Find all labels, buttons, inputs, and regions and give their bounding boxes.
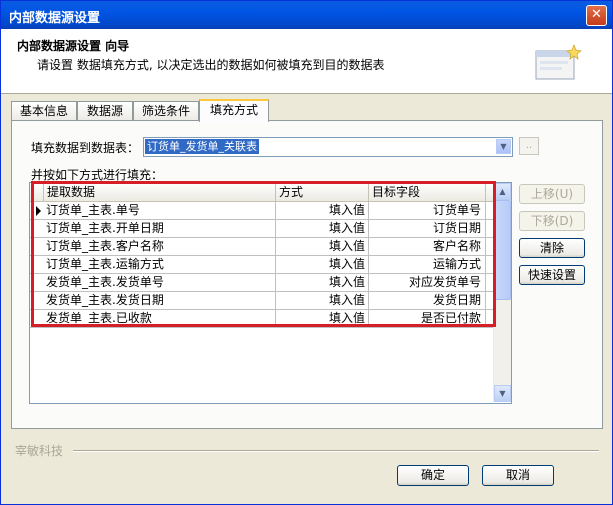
dialog-window: 内部数据源设置 ✕ 内部数据源设置 向导 请设置 数据填充方式, 以决定选出的数…	[0, 0, 613, 505]
table-row[interactable]: 订货单_主表.运输方式 填入值 运输方式	[30, 256, 493, 274]
scroll-up-icon[interactable]: ▲	[494, 183, 511, 200]
cell-source[interactable]: 订货单_主表.单号	[44, 202, 276, 219]
cell-source[interactable]: 发货单_主表.发货日期	[44, 292, 276, 309]
tab-label: 数据源	[86, 104, 123, 118]
wizard-title: 内部数据源设置 向导	[17, 39, 130, 53]
cell-target[interactable]: 订货单号	[369, 202, 486, 219]
fill-method-label: 并按如下方式进行填充：	[31, 168, 164, 182]
table-row[interactable]: 发货单_主表.已收款 填入值 是否已付款	[30, 310, 493, 328]
cell-target[interactable]: 运输方式	[369, 256, 486, 273]
tab-label: 基本信息	[19, 104, 68, 118]
cancel-button[interactable]: 取消	[482, 465, 554, 486]
cell-source[interactable]: 发货单_主表.已收款	[44, 310, 276, 327]
quick-setup-button[interactable]: 快速设置	[519, 265, 585, 285]
browse-button[interactable]: ..	[519, 137, 539, 155]
table-row[interactable]: 订货单_主表.客户名称 填入值 客户名称	[30, 238, 493, 256]
cell-mode[interactable]: 填入值	[276, 238, 369, 255]
grid-scrollbar[interactable]: ▲ ▼	[493, 183, 511, 402]
cell-mode[interactable]: 填入值	[276, 310, 369, 327]
cell-target[interactable]: 对应发货单号	[369, 274, 486, 291]
ok-button[interactable]: 确定	[397, 465, 469, 486]
cell-source[interactable]: 订货单_主表.客户名称	[44, 238, 276, 255]
scroll-thumb[interactable]	[494, 200, 511, 300]
current-row-icon	[36, 206, 41, 216]
cell-source[interactable]: 发货单_主表.发货单号	[44, 274, 276, 291]
cell-target[interactable]: 发货日期	[369, 292, 486, 309]
table-row[interactable]: 订货单_主表.单号 填入值 订货单号	[30, 202, 493, 220]
tab-label: 筛选条件	[141, 104, 190, 118]
close-icon: ✕	[591, 7, 602, 22]
column-header-target[interactable]: 目标字段	[369, 183, 486, 201]
clear-button[interactable]: 清除	[519, 238, 585, 258]
table-row[interactable]: 发货单_主表.发货单号 填入值 对应发货单号	[30, 274, 493, 292]
cell-source[interactable]: 订货单_主表.开单日期	[44, 220, 276, 237]
tab-fill-method[interactable]: 填充方式	[199, 99, 269, 122]
cell-mode[interactable]: 填入值	[276, 202, 369, 219]
brand-label: 宰敏科技	[15, 444, 64, 458]
chevron-down-icon[interactable]: ▼	[496, 139, 511, 154]
fill-table-select[interactable]: 订货单_发货单_关联表 ▼	[143, 137, 513, 157]
fill-table-value: 订货单_发货单_关联表	[145, 139, 259, 154]
wizard-window-icon	[535, 44, 582, 80]
cell-target[interactable]: 是否已付款	[369, 310, 486, 327]
cell-source[interactable]: 订货单_主表.运输方式	[44, 256, 276, 273]
grid-header: 提取数据 方式 目标字段	[30, 183, 493, 202]
tab-basic-info[interactable]: 基本信息	[11, 101, 77, 120]
cell-mode[interactable]: 填入值	[276, 256, 369, 273]
tab-filter[interactable]: 筛选条件	[133, 101, 199, 120]
table-row[interactable]: 发货单_主表.发货日期 填入值 发货日期	[30, 292, 493, 310]
move-down-button[interactable]: 下移(D)	[519, 211, 585, 231]
wizard-description: 请设置 数据填充方式, 以决定选出的数据如何被填充到目的数据表	[37, 58, 385, 72]
tab-label: 填充方式	[209, 103, 258, 117]
move-up-button[interactable]: 上移(U)	[519, 184, 585, 204]
scroll-down-icon[interactable]: ▼	[494, 385, 511, 402]
mapping-grid[interactable]: 提取数据 方式 目标字段 订货单_主表.单号 填入值 订货单号 订货单_主表.开…	[29, 182, 512, 404]
row-indicator-header	[30, 183, 44, 201]
table-row[interactable]: 订货单_主表.开单日期 填入值 订货日期	[30, 220, 493, 238]
tab-data-source[interactable]: 数据源	[77, 101, 133, 120]
wizard-header: 内部数据源设置 向导 请设置 数据填充方式, 以决定选出的数据如何被填充到目的数…	[1, 29, 612, 94]
title-bar: 内部数据源设置 ✕	[1, 1, 612, 29]
cell-mode[interactable]: 填入值	[276, 292, 369, 309]
fill-table-label: 填充数据到数据表：	[31, 141, 140, 155]
cell-target[interactable]: 订货日期	[369, 220, 486, 237]
column-header-mode[interactable]: 方式	[276, 183, 369, 201]
footer-divider	[73, 450, 599, 452]
close-button[interactable]: ✕	[586, 5, 607, 26]
column-header-source[interactable]: 提取数据	[44, 183, 276, 201]
window-title: 内部数据源设置	[9, 11, 101, 26]
cell-target[interactable]: 客户名称	[369, 238, 486, 255]
cell-mode[interactable]: 填入值	[276, 274, 369, 291]
cell-mode[interactable]: 填入值	[276, 220, 369, 237]
